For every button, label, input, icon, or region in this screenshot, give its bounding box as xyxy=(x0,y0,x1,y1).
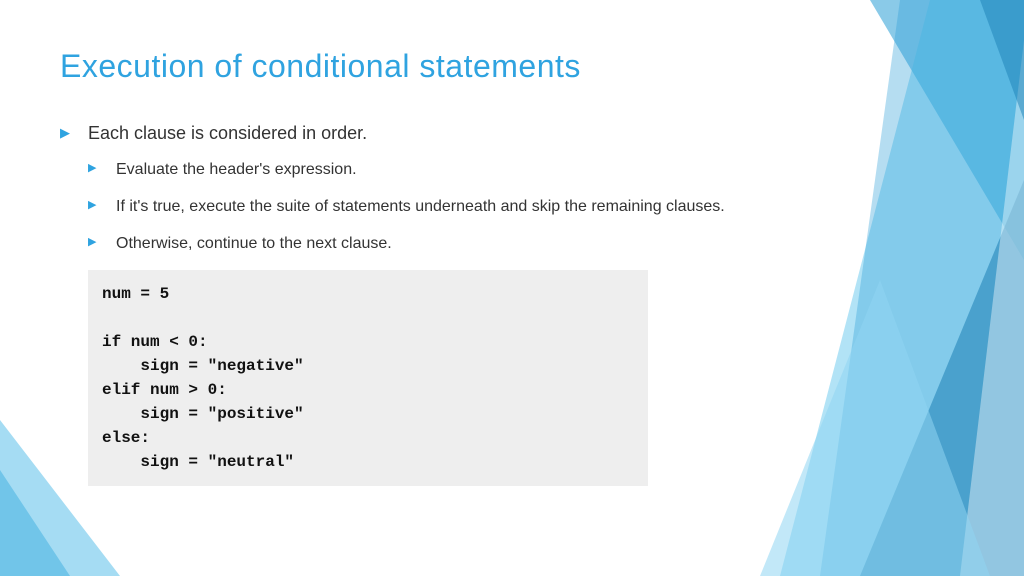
slide-title: Execution of conditional statements xyxy=(60,48,964,85)
list-item-text: Otherwise, continue to the next clause. xyxy=(116,235,392,252)
list-item-text: If it's true, execute the suite of state… xyxy=(116,198,725,215)
list-item-text: Each clause is considered in order. xyxy=(88,123,367,143)
bullet-list: Each clause is considered in order. Eval… xyxy=(60,123,964,256)
list-item: If it's true, execute the suite of state… xyxy=(88,195,964,218)
list-item: Evaluate the header's expression. xyxy=(88,158,964,181)
slide: Execution of conditional statements Each… xyxy=(0,0,1024,576)
list-item: Otherwise, continue to the next clause. xyxy=(88,232,964,255)
list-item-text: Evaluate the header's expression. xyxy=(116,161,357,178)
bullet-sublist: Evaluate the header's expression. If it'… xyxy=(88,158,964,256)
list-item: Each clause is considered in order. Eval… xyxy=(60,123,964,256)
code-block: num = 5 if num < 0: sign = "negative" el… xyxy=(88,270,648,486)
